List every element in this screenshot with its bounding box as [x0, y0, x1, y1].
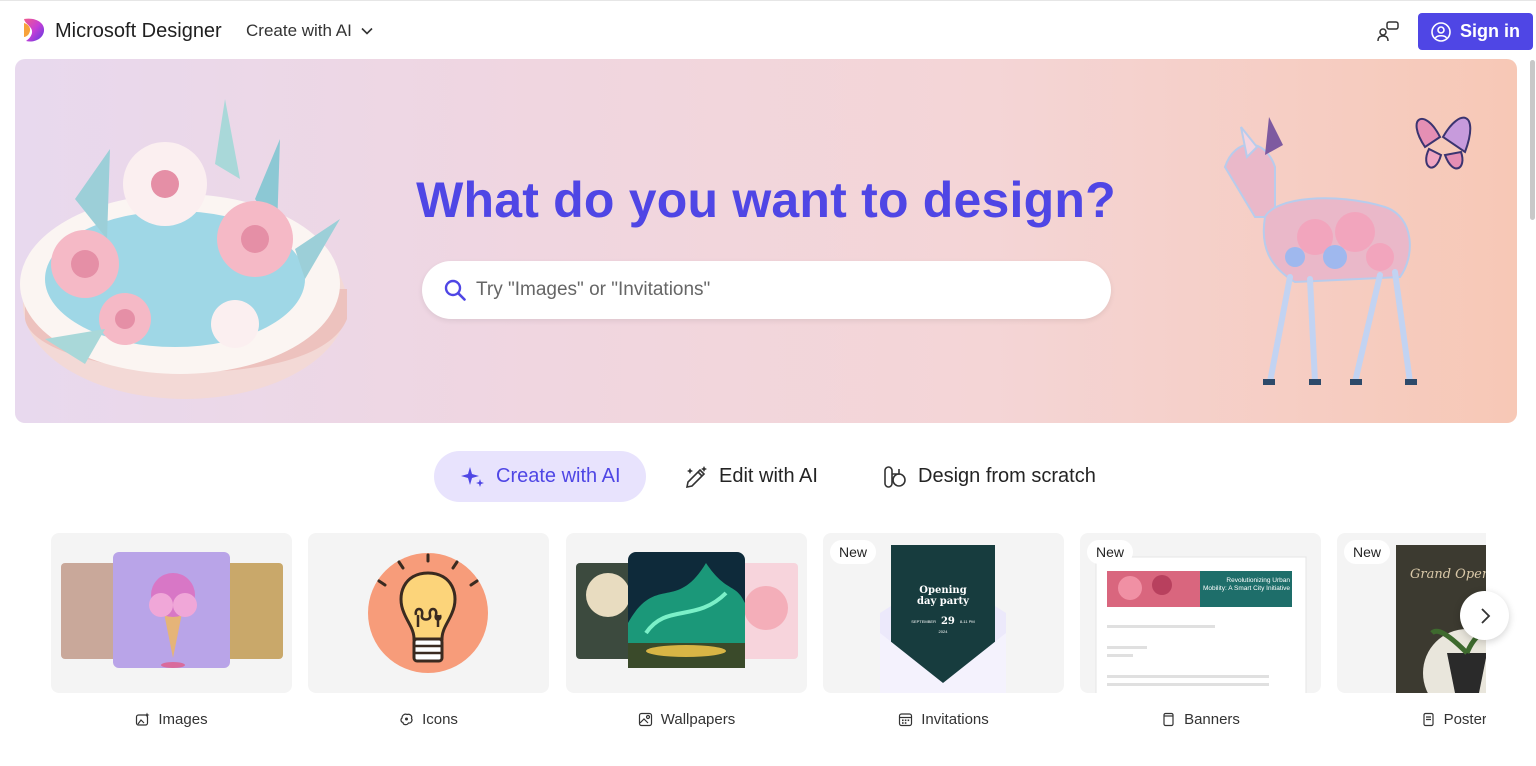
invitation-text: Opening day party SEPTEMBER 29 8-11 PM 2…: [891, 585, 995, 634]
card-label: Images: [51, 708, 292, 730]
paper-deer-illustration: [1223, 116, 1472, 385]
card-invitations[interactable]: New Opening day party SEPTEMBER 29 8-11 …: [823, 533, 1064, 730]
wallpapers-preview: [576, 552, 798, 668]
invitation-date-row: SEPTEMBER 29 8-11 PM: [891, 616, 995, 627]
card-label-text: Wallpapers: [660, 710, 736, 728]
tab-edit-label: Edit with AI: [719, 465, 818, 487]
card-label-text: Banners: [1184, 710, 1240, 728]
card-thumbnail: New Opening day party SEPTEMBER 29 8-11 …: [823, 533, 1064, 693]
poster-headline: Grand Opening: [1410, 567, 1486, 582]
images-preview: [61, 552, 283, 668]
new-badge: New: [1087, 540, 1134, 564]
tab-design-from-scratch[interactable]: Design from scratch: [882, 451, 1096, 502]
hero-title: What do you want to design?: [416, 172, 1116, 228]
invitation-title: Opening day party: [917, 585, 969, 607]
invitation-day: 29: [940, 616, 955, 627]
new-badge: New: [1344, 540, 1391, 564]
user-avatar-icon: [1431, 21, 1451, 42]
card-icons[interactable]: Icons: [308, 533, 549, 730]
card-posters[interactable]: New Grand Opening Posters: [1337, 533, 1486, 730]
tab-edit-with-ai[interactable]: Edit with AI: [683, 451, 818, 502]
banner-icon: [1163, 712, 1174, 726]
magic-pen-icon: [685, 465, 707, 488]
page-scrollbar[interactable]: [1530, 60, 1535, 220]
card-label: Posters: [1337, 708, 1486, 730]
card-banners[interactable]: New Revolutionizing Urban Mobility: A Sm…: [1080, 533, 1321, 730]
create-with-ai-menu[interactable]: Create with AI: [246, 21, 374, 41]
invitation-year: 2024: [938, 629, 948, 634]
sign-in-button[interactable]: Sign in: [1418, 13, 1533, 50]
card-thumbnail: [308, 533, 549, 693]
card-thumbnail: [51, 533, 292, 693]
card-thumbnail: New Revolutionizing Urban Mobility: A Sm…: [1080, 533, 1321, 693]
card-label-text: Posters: [1443, 710, 1486, 728]
search-input[interactable]: [476, 275, 1076, 305]
card-label-text: Invitations: [921, 710, 989, 728]
invitation-time: 8-11 PM: [959, 619, 975, 624]
card-label: Icons: [308, 708, 549, 730]
search-icon: [444, 279, 466, 301]
banner-headline: Revolutionizing Urban Mobility: A Smart …: [1202, 577, 1290, 592]
design-scratch-icon: [884, 465, 906, 488]
card-label: Invitations: [823, 708, 1064, 730]
sign-in-label: Sign in: [1460, 21, 1520, 41]
brand-name[interactable]: Microsoft Designer: [55, 20, 222, 43]
calendar-icon: [899, 712, 913, 726]
card-label: Wallpapers: [566, 708, 807, 730]
card-thumbnail: [566, 533, 807, 693]
card-wallpapers[interactable]: Wallpapers: [566, 533, 807, 730]
carousel-next-button[interactable]: [1460, 591, 1509, 640]
icons-icon: [400, 713, 413, 725]
tab-scratch-label: Design from scratch: [918, 465, 1096, 487]
chevron-right-icon: [1480, 607, 1490, 624]
card-label-text: Icons: [422, 710, 458, 728]
designer-logo-icon[interactable]: [22, 17, 46, 43]
icons-preview: [368, 553, 488, 673]
new-badge: New: [830, 540, 877, 564]
top-bar: Microsoft Designer Create with AI Sign i…: [0, 0, 1536, 58]
card-label-text: Images: [158, 710, 208, 728]
share-feedback-icon[interactable]: [1376, 20, 1400, 42]
tab-create-label: Create with AI: [496, 465, 621, 487]
create-menu-label: Create with AI: [246, 21, 352, 40]
card-label: Banners: [1080, 708, 1321, 730]
sparkle-icon: [461, 466, 484, 487]
tab-create-with-ai[interactable]: Create with AI: [434, 451, 646, 502]
image-sparkle-icon: [136, 712, 150, 726]
card-images[interactable]: Images: [51, 533, 292, 730]
wallpaper-icon: [638, 712, 652, 726]
category-carousel: Images Icons Wallpapers New Opening day …: [0, 533, 1486, 733]
search-bar[interactable]: [422, 261, 1111, 319]
mode-tabs: Create with AI Edit with AI Design from …: [0, 451, 1536, 503]
invitation-month: SEPTEMBER: [911, 619, 936, 624]
hero-banner: What do you want to design?: [15, 59, 1517, 423]
paper-flowers-illustration: [20, 99, 347, 399]
chevron-down-icon: [361, 27, 373, 35]
poster-icon: [1422, 712, 1434, 726]
